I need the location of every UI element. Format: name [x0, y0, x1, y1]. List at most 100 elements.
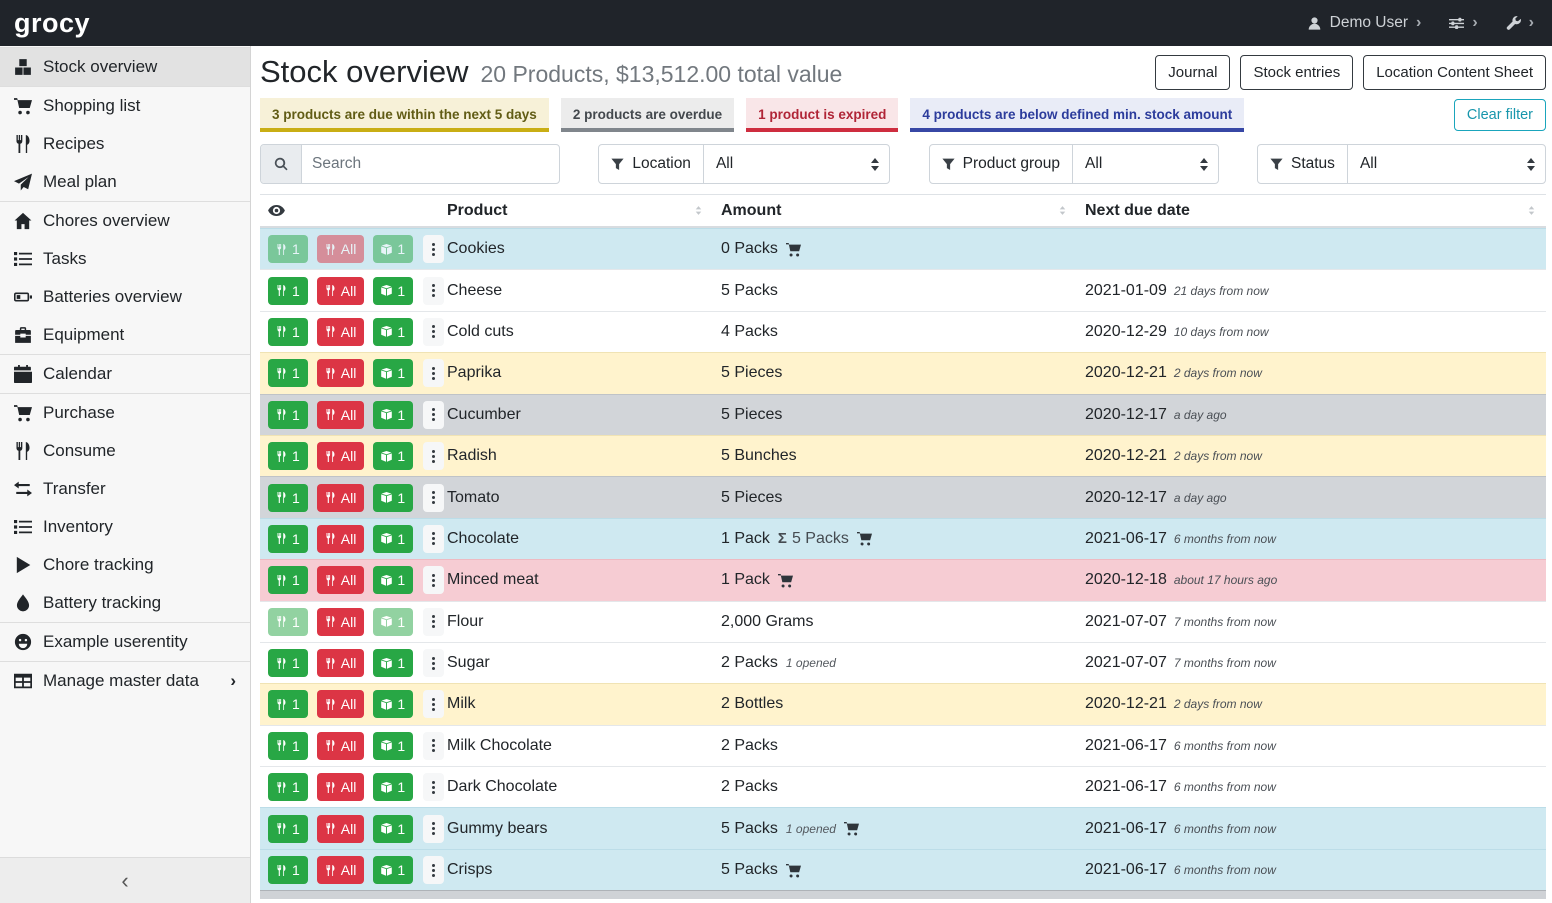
header-next-due-date[interactable]: Next due date	[1085, 202, 1546, 220]
sidebar-item-shopping-list[interactable]: Shopping list	[0, 87, 250, 125]
row-menu-button[interactable]	[423, 235, 444, 263]
row-menu-button[interactable]	[423, 442, 444, 470]
consume-all-button[interactable]: All	[317, 359, 365, 387]
banner-below-min[interactable]: 4 products are below defined min. stock …	[910, 98, 1244, 132]
open-one-button[interactable]: 1	[373, 277, 413, 305]
consume-all-button[interactable]: All	[317, 566, 365, 594]
consume-all-button[interactable]: All	[317, 690, 365, 718]
row-menu-button[interactable]	[423, 649, 444, 677]
row-menu-button[interactable]	[423, 566, 444, 594]
sidebar-item-calendar[interactable]: Calendar	[0, 354, 250, 393]
row-menu-button[interactable]	[423, 608, 444, 636]
sidebar-item-recipes[interactable]: Recipes	[0, 125, 250, 163]
sidebar-item-equipment[interactable]: Equipment	[0, 316, 250, 354]
consume-all-button[interactable]: All	[317, 732, 365, 760]
open-one-button[interactable]: 1	[373, 235, 413, 263]
sidebar-item-stock-overview[interactable]: Stock overview	[0, 47, 250, 87]
consume-one-button[interactable]: 1	[268, 525, 308, 553]
open-one-button[interactable]: 1	[373, 318, 413, 346]
consume-all-button[interactable]: All	[317, 401, 365, 429]
row-menu-button[interactable]	[423, 815, 444, 843]
header-amount[interactable]: Amount	[721, 202, 1085, 220]
filter-select[interactable]: All	[1072, 145, 1218, 183]
row-menu-button[interactable]	[423, 401, 444, 429]
open-one-button[interactable]: 1	[373, 566, 413, 594]
consume-one-button[interactable]: 1	[268, 608, 308, 636]
banner-overdue[interactable]: 2 products are overdue	[561, 98, 734, 132]
consume-one-button[interactable]: 1	[268, 690, 308, 718]
sidebar-item-batteries[interactable]: Batteries overview	[0, 278, 250, 316]
settings-menu[interactable]: ›	[1449, 15, 1477, 31]
location-content-sheet-button[interactable]: Location Content Sheet	[1363, 55, 1546, 90]
sidebar-item-purchase[interactable]: Purchase	[0, 393, 250, 432]
open-one-button[interactable]: 1	[373, 649, 413, 677]
consume-one-button[interactable]: 1	[268, 359, 308, 387]
consume-one-button[interactable]: 1	[268, 732, 308, 760]
shopping-cart-icon[interactable]	[786, 242, 801, 257]
consume-all-button[interactable]: All	[317, 484, 365, 512]
filter-select[interactable]: All	[703, 145, 889, 183]
sort-icon[interactable]	[1056, 204, 1069, 217]
row-menu-button[interactable]	[423, 359, 444, 387]
consume-one-button[interactable]: 1	[268, 318, 308, 346]
consume-one-button[interactable]: 1	[268, 401, 308, 429]
row-menu-button[interactable]	[423, 732, 444, 760]
consume-all-button[interactable]: All	[317, 525, 365, 553]
banner-due-soon[interactable]: 3 products are due within the next 5 day…	[260, 98, 549, 132]
sidebar-item-meal-plan[interactable]: Meal plan	[0, 163, 250, 201]
open-one-button[interactable]: 1	[373, 690, 413, 718]
consume-one-button[interactable]: 1	[268, 773, 308, 801]
consume-one-button[interactable]: 1	[268, 566, 308, 594]
sidebar-collapse-button[interactable]: ‹	[0, 857, 250, 903]
open-one-button[interactable]: 1	[373, 525, 413, 553]
sidebar-item-tasks[interactable]: Tasks	[0, 240, 250, 278]
consume-all-button[interactable]: All	[317, 318, 365, 346]
consume-one-button[interactable]: 1	[268, 649, 308, 677]
row-menu-button[interactable]	[423, 277, 444, 305]
row-menu-button[interactable]	[423, 484, 444, 512]
open-one-button[interactable]: 1	[373, 442, 413, 470]
open-one-button[interactable]: 1	[373, 732, 413, 760]
row-menu-button[interactable]	[423, 318, 444, 346]
banner-expired[interactable]: 1 product is expired	[746, 98, 898, 132]
shopping-cart-icon[interactable]	[778, 573, 793, 588]
sidebar-item-transfer[interactable]: Transfer	[0, 470, 250, 508]
open-one-button[interactable]: 1	[373, 773, 413, 801]
sidebar-item-inventory[interactable]: Inventory	[0, 508, 250, 546]
sort-icon[interactable]	[1525, 204, 1538, 217]
row-menu-button[interactable]	[423, 525, 444, 553]
open-one-button[interactable]: 1	[373, 815, 413, 843]
sidebar-item-consume[interactable]: Consume	[0, 432, 250, 470]
stock-entries-button[interactable]: Stock entries	[1240, 55, 1353, 90]
consume-one-button[interactable]: 1	[268, 815, 308, 843]
row-menu-button[interactable]	[423, 856, 444, 884]
consume-one-button[interactable]: 1	[268, 277, 308, 305]
sidebar-item-battery-tracking[interactable]: Battery tracking	[0, 584, 250, 622]
shopping-cart-icon[interactable]	[844, 821, 859, 836]
admin-menu[interactable]: ›	[1506, 15, 1534, 31]
consume-all-button[interactable]: All	[317, 773, 365, 801]
row-menu-button[interactable]	[423, 690, 444, 718]
sidebar-item-example-userentity[interactable]: Example userentity	[0, 622, 250, 661]
open-one-button[interactable]: 1	[373, 484, 413, 512]
sort-icon[interactable]	[692, 204, 705, 217]
header-product[interactable]: Product	[447, 202, 721, 220]
sidebar-item-chore-tracking[interactable]: Chore tracking	[0, 546, 250, 584]
consume-one-button[interactable]: 1	[268, 484, 308, 512]
filter-select[interactable]: All	[1347, 145, 1545, 183]
open-one-button[interactable]: 1	[373, 856, 413, 884]
user-menu[interactable]: Demo User ›	[1307, 14, 1422, 32]
open-one-button[interactable]: 1	[373, 359, 413, 387]
open-one-button[interactable]: 1	[373, 608, 413, 636]
sidebar-item-manage-master-data[interactable]: Manage master data ›	[0, 661, 250, 700]
consume-all-button[interactable]: All	[317, 442, 365, 470]
consume-one-button[interactable]: 1	[268, 442, 308, 470]
shopping-cart-icon[interactable]	[857, 531, 872, 546]
consume-all-button[interactable]: All	[317, 649, 365, 677]
consume-one-button[interactable]: 1	[268, 235, 308, 263]
consume-one-button[interactable]: 1	[268, 856, 308, 884]
consume-all-button[interactable]: All	[317, 856, 365, 884]
clear-filter-button[interactable]: Clear filter	[1454, 99, 1546, 131]
consume-all-button[interactable]: All	[317, 277, 365, 305]
shopping-cart-icon[interactable]	[786, 863, 801, 878]
